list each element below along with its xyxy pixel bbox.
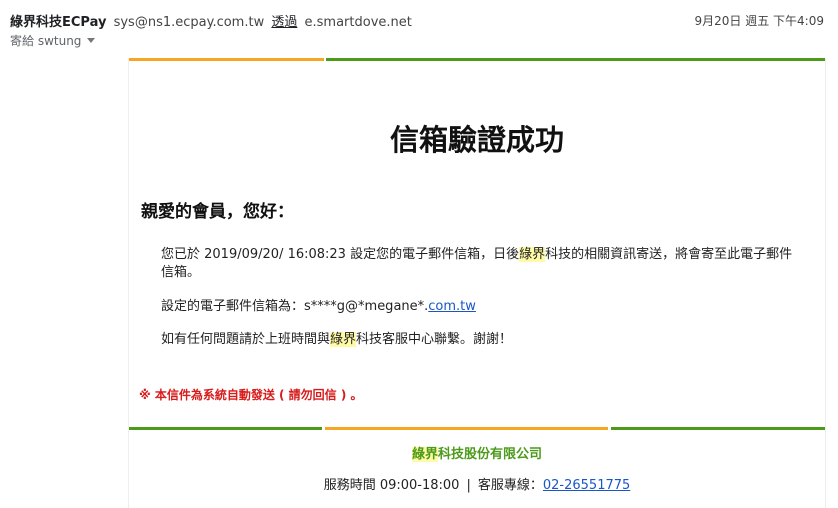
paragraph-email-address: 設定的電子郵件信箱為：s****g@*megane*.com.tw <box>161 298 797 316</box>
service-info: 服務時間 09:00-18:00 | 客服專線：02-26551775 <box>129 474 825 493</box>
sender-line: 綠界科技ECPay sys@ns1.ecpay.com.tw 透過 e.smar… <box>10 11 412 30</box>
company-name: 綠界科技股份有限公司 <box>129 443 825 462</box>
top-accent-bar-green <box>326 58 825 61</box>
company-highlight: 綠界 <box>411 447 438 462</box>
company-name-rest: 科技股份有限公司 <box>438 447 543 462</box>
bottom-accent-bar-green-left <box>129 427 322 430</box>
p2-label: 設定的電子郵件信箱為：s****g@*megane*. <box>161 299 429 314</box>
paragraph-contact: 如有任何問題請於上班時間與綠界科技客服中心聯繫。謝謝！ <box>161 331 797 349</box>
p3-text-before: 如有任何問題請於上班時間與 <box>161 332 331 347</box>
via-link[interactable]: 透過 <box>271 15 297 30</box>
email-body-card: 信箱驗證成功 親愛的會員，您好： 您已於 2019/09/20/ 16:08:2… <box>128 58 826 508</box>
bottom-accent-bar-green-right <box>611 427 825 430</box>
p1-text-before: 您已於 2019/09/20/ 16:08:23 設定您的電子郵件信箱，日後 <box>161 247 520 262</box>
service-hours: 服務時間 09:00-18:00 <box>323 478 460 493</box>
chevron-down-icon[interactable] <box>87 38 96 43</box>
service-separator: | <box>466 478 471 493</box>
service-phone-link[interactable]: 02-26551775 <box>543 478 630 493</box>
sender-email: sys@ns1.ecpay.com.tw <box>113 15 265 30</box>
recipient-label: 寄給 swtung <box>10 34 82 48</box>
email-title: 信箱驗證成功 <box>389 123 564 157</box>
p3-text-after: 科技客服中心聯繫。謝謝！ <box>356 332 513 347</box>
p1-highlight: 綠界 <box>519 247 546 262</box>
service-phone-label: 客服專線： <box>477 478 543 493</box>
email-domain-link[interactable]: com.tw <box>428 299 476 314</box>
auto-send-notice: ※ 本信件為系統自動發送 ( 請勿回信 ) 。 <box>139 388 363 402</box>
p3-highlight: 綠界 <box>330 332 357 347</box>
greeting: 親愛的會員，您好： <box>141 202 294 222</box>
paragraph-setup-info: 您已於 2019/09/20/ 16:08:23 設定您的電子郵件信箱，日後綠界… <box>161 246 797 282</box>
sender-name[interactable]: 綠界科技ECPay <box>10 15 106 30</box>
via-domain: e.smartdove.net <box>304 15 412 30</box>
email-header: 綠界科技ECPay sys@ns1.ecpay.com.tw 透過 e.smar… <box>0 0 838 56</box>
bottom-accent-bar-orange <box>325 427 608 430</box>
email-date[interactable]: 9月20日 週五 下午4:09 <box>695 12 824 29</box>
recipient-details-toggle[interactable]: 寄給 swtung <box>10 32 96 49</box>
top-accent-bar-orange <box>129 58 324 61</box>
